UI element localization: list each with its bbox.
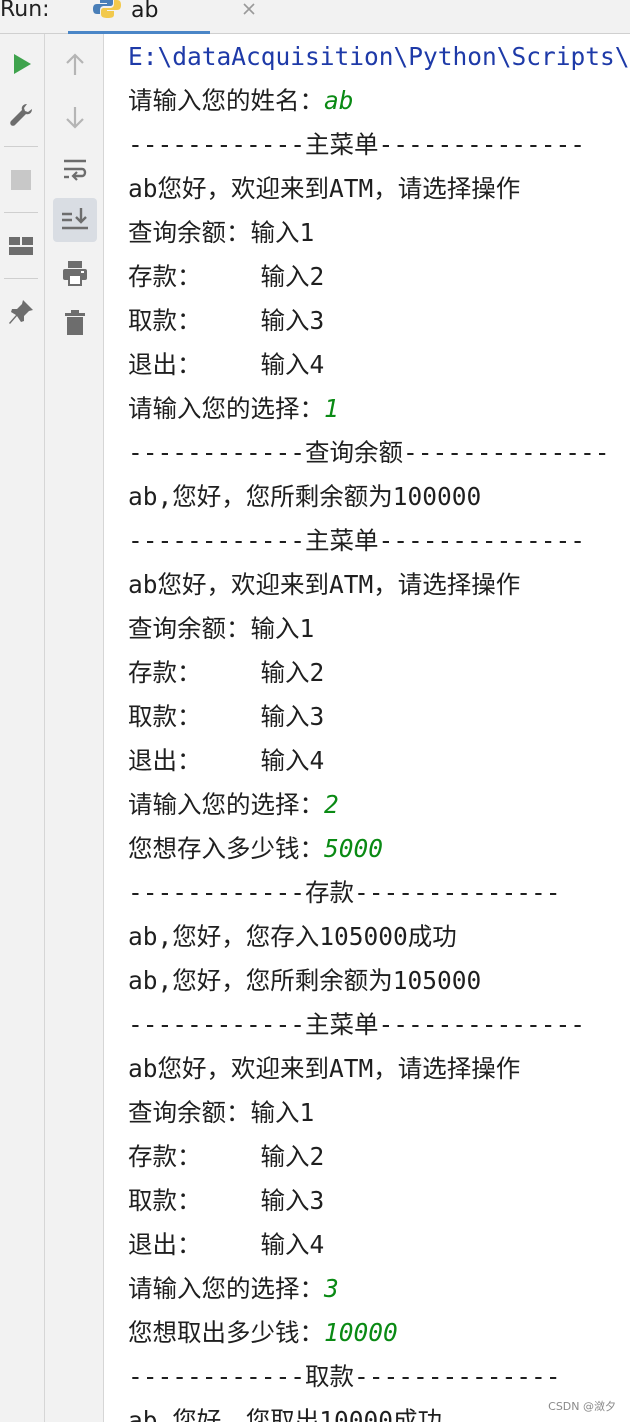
console-line: ab您好，欢迎来到ATM，请选择操作	[128, 1054, 520, 1084]
user-input-text: 2	[324, 790, 339, 819]
console-line: 您想存入多少钱：5000	[128, 834, 383, 864]
console-line-text: 查询余额：输入1	[128, 614, 315, 643]
console-line: ------------主菜单--------------	[128, 130, 585, 160]
console-line: 退出： 输入4	[128, 746, 324, 776]
console-line-text: 退出： 输入4	[128, 350, 325, 379]
print-icon[interactable]	[57, 256, 93, 290]
console-line: 取款： 输入3	[128, 702, 324, 732]
user-input-text: 5000	[324, 834, 384, 863]
console-line: ------------取款--------------	[128, 1362, 561, 1392]
console-line: ab您好，欢迎来到ATM，请选择操作	[128, 174, 520, 204]
close-icon[interactable]	[241, 1, 257, 17]
toolbar-separator	[4, 146, 38, 147]
console-line: 取款： 输入3	[128, 306, 324, 336]
console-line: 查询余额：输入1	[128, 614, 314, 644]
console-line-text: 取款： 输入3	[128, 306, 325, 335]
user-input-text: 1	[324, 394, 339, 423]
console-line-text: ab,您好，您所剩余额为100000	[128, 482, 482, 511]
console-line: 取款： 输入3	[128, 1186, 324, 1216]
console-line-text: 请输入您的选择：	[128, 790, 324, 819]
console-line: ------------存款--------------	[128, 878, 561, 908]
console-line-text: ------------查询余额--------------	[128, 438, 610, 467]
console-line-text: 请输入您的选择：	[128, 394, 324, 423]
console-line: 存款： 输入2	[128, 262, 324, 292]
console-line-text: 您想存入多少钱：	[128, 834, 324, 863]
watermark: CSDN @潋夕	[548, 1400, 616, 1413]
console-line-text: ------------存款--------------	[128, 878, 561, 907]
console-line-text: E:\dataAcquisition\Python\Scripts\python…	[128, 42, 630, 71]
console-line: ------------主菜单--------------	[128, 1010, 585, 1040]
user-input-text: 3	[324, 1274, 339, 1303]
toolbar-separator	[4, 212, 38, 213]
console-line: 退出： 输入4	[128, 1230, 324, 1260]
down-arrow-icon[interactable]	[59, 102, 91, 132]
console-line-text: ab您好，欢迎来到ATM，请选择操作	[128, 174, 521, 203]
console-line-text: 存款： 输入2	[128, 1142, 325, 1171]
run-toolwindow-header: Run: ab	[0, 0, 630, 34]
console-line-text: ab,您好，您所剩余额为105000	[128, 966, 482, 995]
tab-label: ab	[131, 0, 159, 23]
console-line-text: 取款： 输入3	[128, 1186, 325, 1215]
console-line-text: ------------主菜单--------------	[128, 526, 586, 555]
console-line-text: 您想取出多少钱：	[128, 1318, 324, 1347]
console-line-text: 退出： 输入4	[128, 1230, 325, 1259]
console-line: ab,您好，您所剩余额为100000	[128, 482, 481, 512]
console-line-text: 退出： 输入4	[128, 746, 325, 775]
console-line-text: ------------取款--------------	[128, 1362, 561, 1391]
console-line: ab,您好，您所剩余额为105000	[128, 966, 481, 996]
console-line: 您想取出多少钱：10000	[128, 1318, 398, 1348]
console-line: 查询余额：输入1	[128, 1098, 314, 1128]
console-line-text: 查询余额：输入1	[128, 218, 315, 247]
console-line-text: ab,您好，您取出10000成功	[128, 1406, 443, 1422]
console-output[interactable]: E:\dataAcquisition\Python\Scripts\python…	[104, 34, 630, 1422]
toolbar-separator	[4, 278, 38, 279]
console-line: ------------主菜单--------------	[128, 526, 585, 556]
console-line: ------------查询余额--------------	[128, 438, 610, 468]
tab-ab[interactable]: ab	[68, 0, 255, 34]
console-line-text: 存款： 输入2	[128, 262, 325, 291]
python-icon	[92, 0, 122, 20]
console-line: 请输入您的选择：1	[128, 394, 339, 424]
console-line: 请输入您的姓名：ab	[128, 86, 354, 116]
wrench-icon[interactable]	[4, 100, 38, 130]
console-line: 退出： 输入4	[128, 350, 324, 380]
soft-wrap-icon[interactable]	[57, 152, 93, 186]
console-line-text: 请输入您的选择：	[128, 1274, 324, 1303]
console-line-text: 取款： 输入3	[128, 702, 325, 731]
run-left-toolbar	[0, 34, 45, 1422]
console-line: ab您好，欢迎来到ATM，请选择操作	[128, 570, 520, 600]
console-line-text: ------------主菜单--------------	[128, 130, 586, 159]
console-line-text: ------------主菜单--------------	[128, 1010, 586, 1039]
console-line: 请输入您的选择：3	[128, 1274, 339, 1304]
console-line-text: 查询余额：输入1	[128, 1098, 315, 1127]
pin-icon[interactable]	[4, 296, 38, 328]
console-line-text: ab您好，欢迎来到ATM，请选择操作	[128, 1054, 521, 1083]
up-arrow-icon[interactable]	[59, 50, 91, 80]
console-line-text: 请输入您的姓名：	[128, 86, 324, 115]
interpreter-path-line: E:\dataAcquisition\Python\Scripts\python…	[128, 42, 630, 72]
stop-icon[interactable]	[6, 166, 36, 194]
user-input-text: 10000	[324, 1318, 398, 1347]
user-input-text: ab	[324, 86, 354, 115]
rerun-icon[interactable]	[6, 50, 38, 78]
console-line: 存款： 输入2	[128, 658, 324, 688]
layout-icon[interactable]	[4, 232, 38, 260]
console-line: 请输入您的选择：2	[128, 790, 339, 820]
console-line: 存款： 输入2	[128, 1142, 324, 1172]
console-line-text: ab,您好，您存入105000成功	[128, 922, 457, 951]
run-label: Run:	[0, 0, 50, 22]
console-toolbar	[45, 34, 104, 1422]
trash-icon[interactable]	[57, 306, 93, 340]
console-line: 查询余额：输入1	[128, 218, 314, 248]
console-line-text: ab您好，欢迎来到ATM，请选择操作	[128, 570, 521, 599]
console-line: ab,您好，您存入105000成功	[128, 922, 457, 952]
console-line: ab,您好，您取出10000成功	[128, 1406, 442, 1422]
scroll-to-end-icon[interactable]	[53, 198, 97, 242]
console-line-text: 存款： 输入2	[128, 658, 325, 687]
